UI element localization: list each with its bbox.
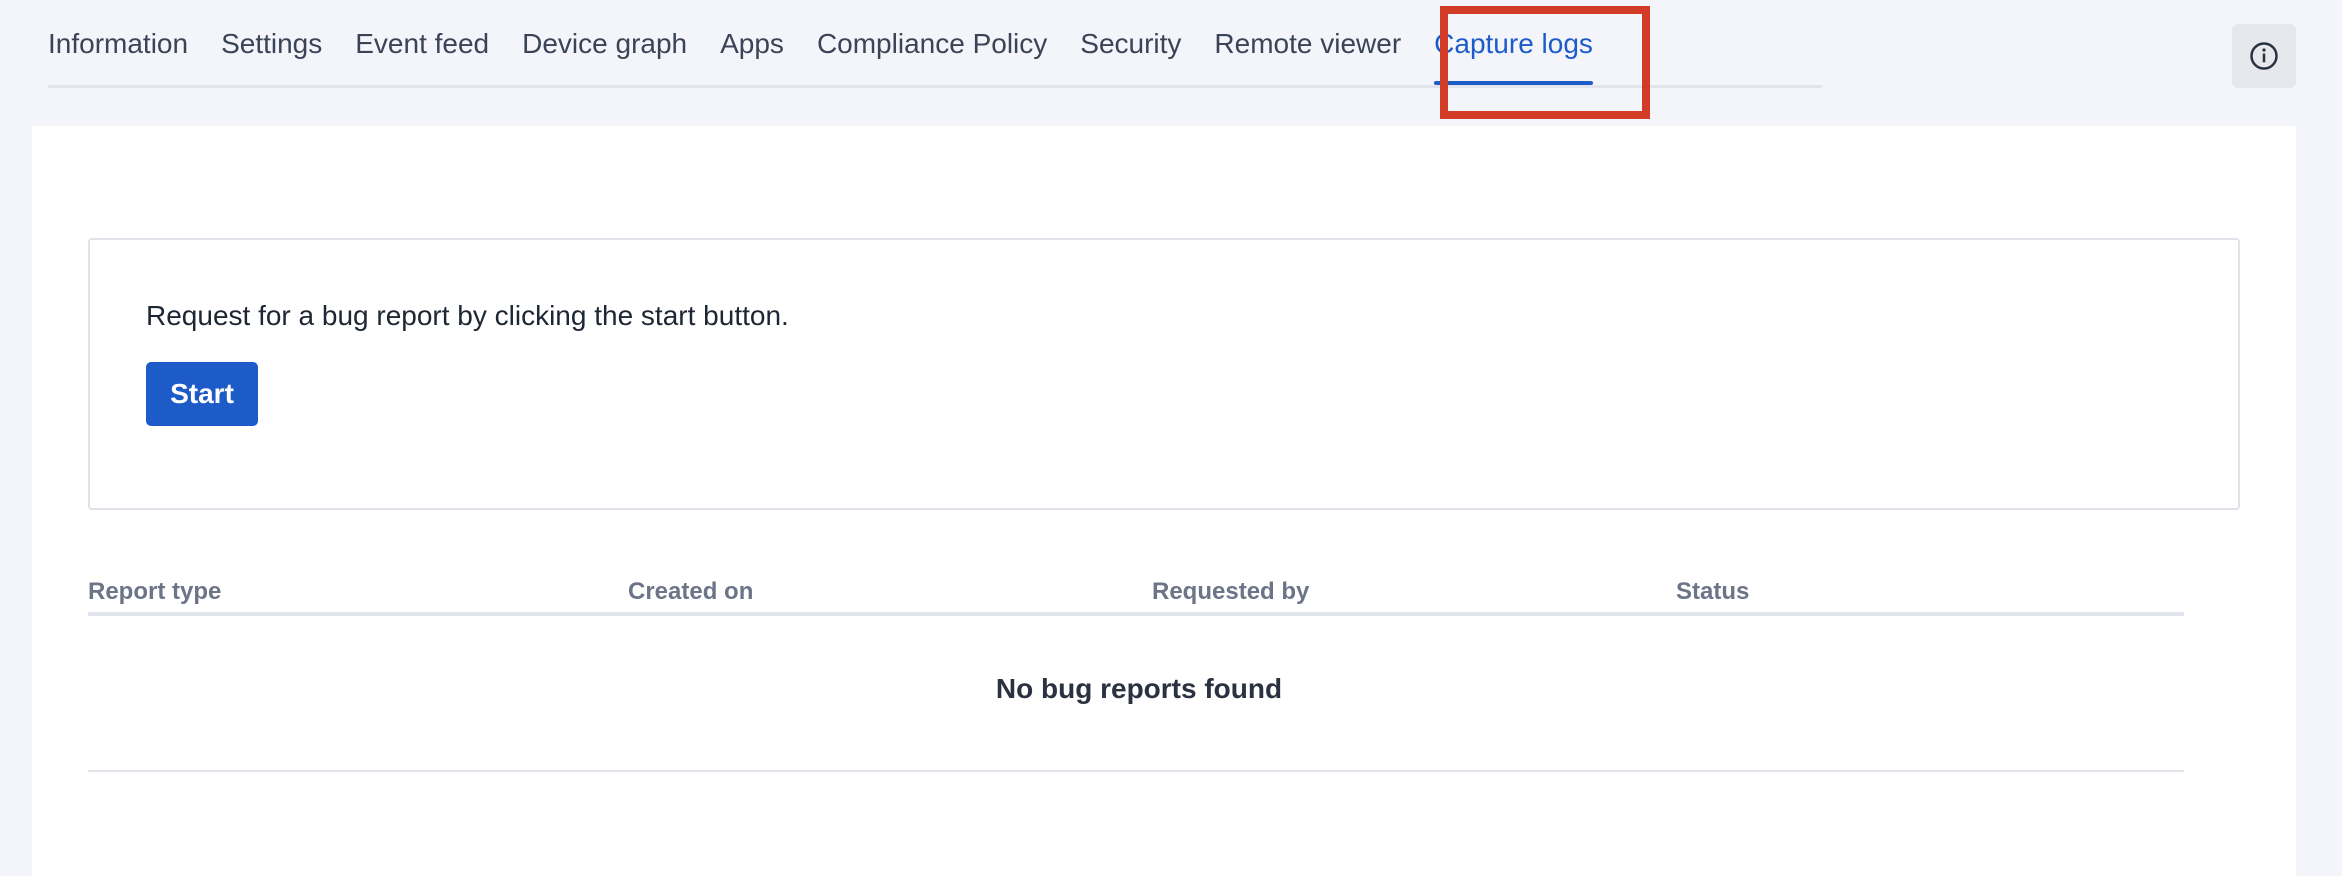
tab-label: Capture logs [1434,27,1593,59]
column-header-status[interactable]: Status [1676,578,1749,606]
tab-bar: Information Settings Event feed Device g… [48,0,1822,88]
info-circle-icon [2250,42,2278,70]
tab-label: Device graph [522,27,688,59]
tab-event-feed[interactable]: Event feed [355,0,489,85]
column-header-report-type[interactable]: Report type [88,578,221,606]
tab-security[interactable]: Security [1080,0,1181,85]
tab-remote-viewer[interactable]: Remote viewer [1214,0,1401,85]
tab-compliance-policy[interactable]: Compliance Policy [817,0,1047,85]
column-header-requested-by[interactable]: Requested by [1152,578,1309,606]
tab-device-graph[interactable]: Device graph [522,0,687,85]
info-button[interactable] [2232,24,2296,88]
bug-report-request-card: Request for a bug report by clicking the… [88,238,2240,510]
tab-capture-logs[interactable]: Capture logs [1434,0,1593,85]
tab-label: Apps [720,27,784,59]
tab-label: Remote viewer [1214,27,1402,59]
capture-logs-panel: Request for a bug report by clicking the… [32,126,2296,876]
tab-apps[interactable]: Apps [720,0,784,85]
tab-label: Security [1080,27,1182,59]
tab-information[interactable]: Information [48,0,188,85]
empty-state-row: No bug reports found [88,616,2184,772]
table-header: Report type Created on Requested by Stat… [88,566,2184,616]
tab-label: Information [48,27,189,59]
request-instructions: Request for a bug report by clicking the… [146,300,789,331]
empty-state-message: No bug reports found [995,673,1283,704]
device-details-page: Information Settings Event feed Device g… [0,0,2342,876]
tab-settings[interactable]: Settings [221,0,322,85]
tab-label: Settings [221,27,323,59]
start-button[interactable]: Start [146,362,258,426]
bug-reports-table: Report type Created on Requested by Stat… [88,566,2184,772]
tab-label: Event feed [355,27,490,59]
tab-label: Compliance Policy [816,27,1048,59]
column-header-created-on[interactable]: Created on [628,578,753,606]
